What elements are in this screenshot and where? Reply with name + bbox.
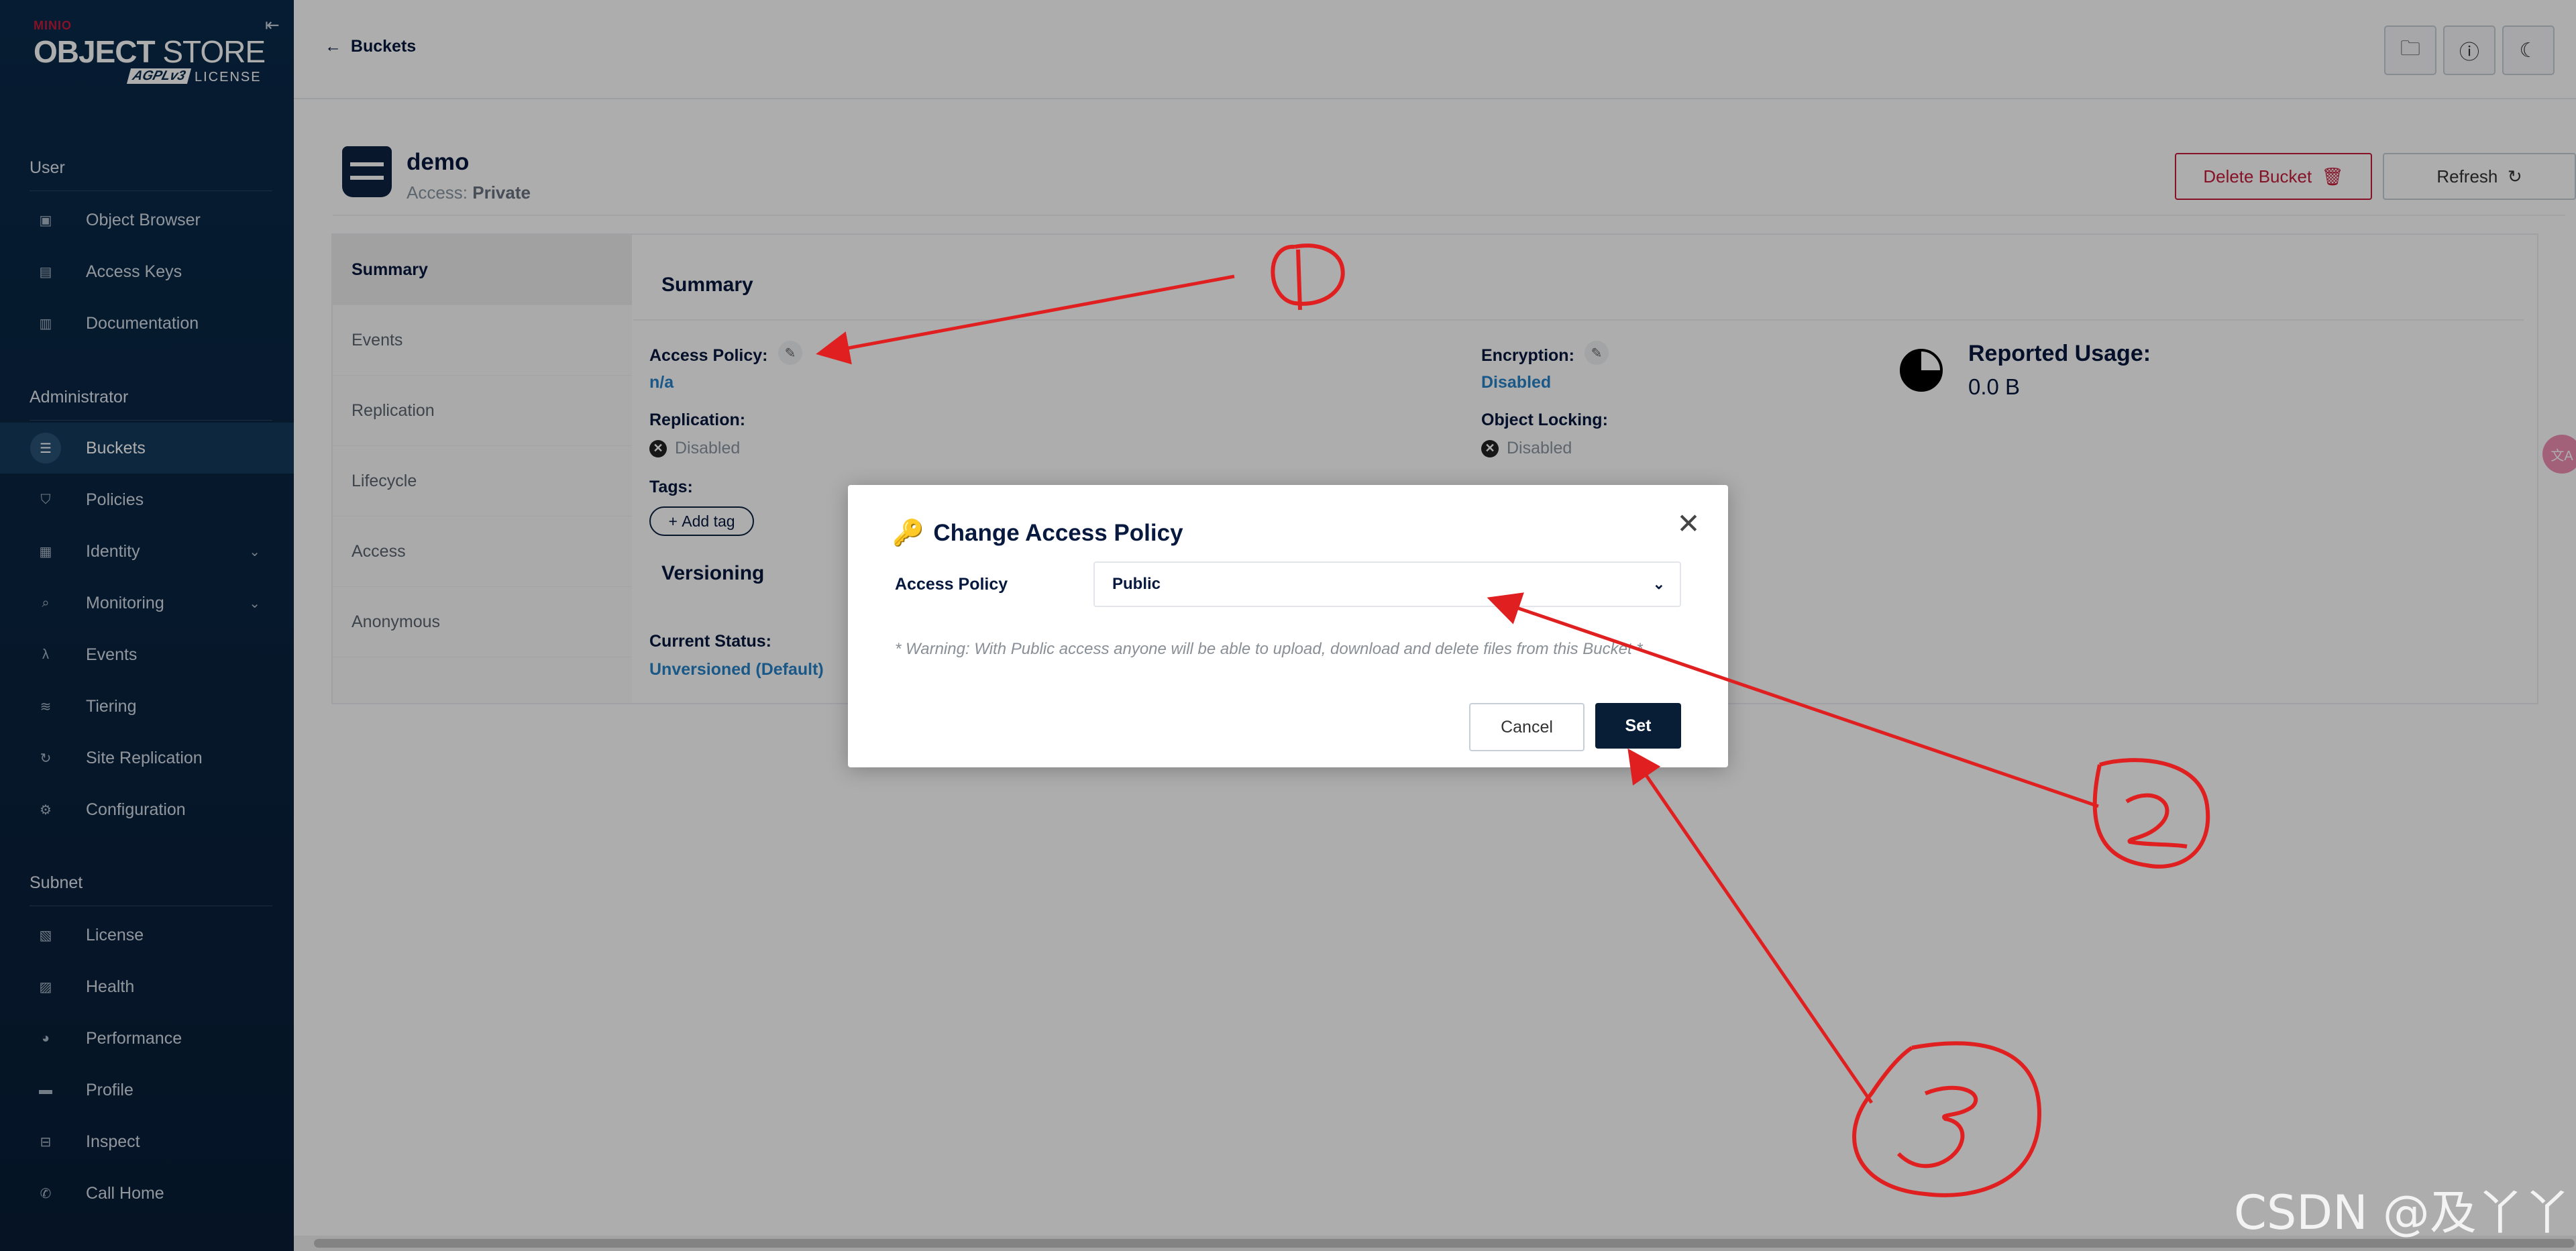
annotation-arrow-3 <box>1627 748 1874 1104</box>
annotation-number-3 <box>1852 1041 2042 1197</box>
hand-drawn-annotations <box>816 243 2210 1197</box>
annotation-number-1 <box>1271 243 1345 311</box>
annotation-arrow-2 <box>1487 592 2099 808</box>
annotation-arrow-1 <box>816 274 1235 365</box>
annotation-number-2 <box>2092 758 2210 869</box>
watermark-text: CSDN @及丫丫 <box>2234 1185 2571 1240</box>
